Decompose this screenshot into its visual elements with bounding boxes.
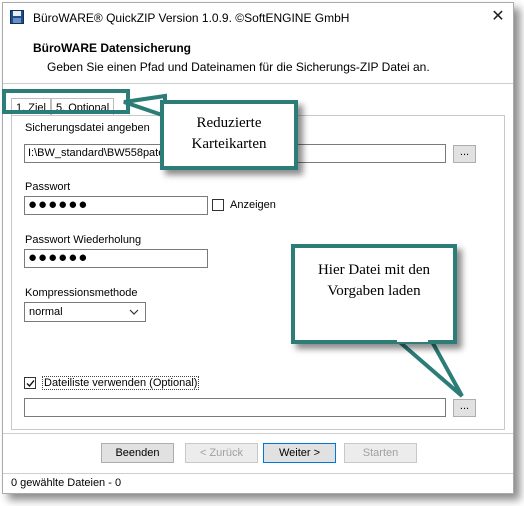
callout-tabs: Reduzierte Karteikarten	[160, 100, 298, 170]
callout-file-join	[397, 334, 428, 342]
callout-file: Hier Datei mit den Vorgaben laden	[291, 244, 457, 344]
